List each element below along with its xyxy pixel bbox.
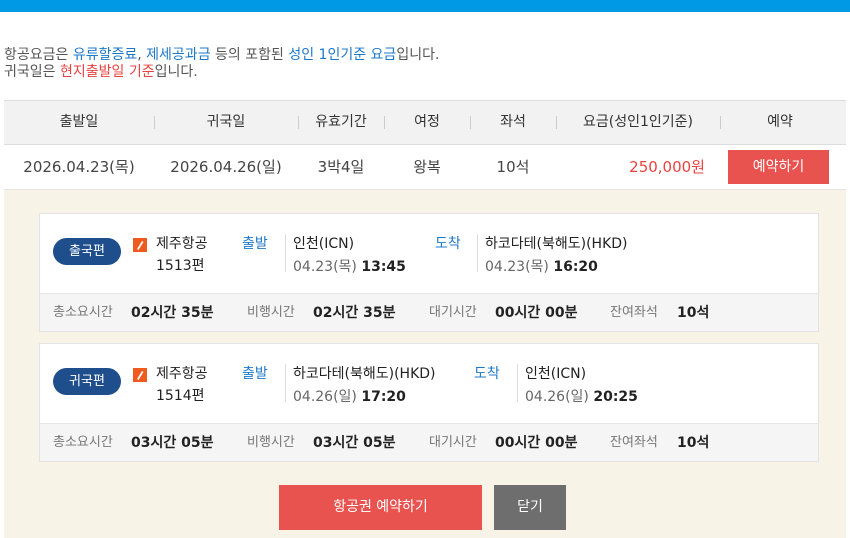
- book-ticket-button[interactable]: 항공권 예약하기: [279, 485, 482, 530]
- total-time-value: 02시간 35분: [131, 305, 214, 321]
- close-button[interactable]: 닫기: [494, 485, 566, 530]
- notice-text: 등의 포함된: [210, 47, 289, 63]
- jejuair-logo-icon: [133, 238, 147, 252]
- flight-time-value: 02시간 35분: [313, 305, 396, 321]
- outbound-itinerary: 출국편 제주항공 1513편 출발 인천(ICN) 04.23(목) 13:45…: [40, 214, 818, 292]
- notice-highlight: 제세공과금: [146, 47, 211, 63]
- inbound-card: 귀국편 제주항공 1514편 출발 하코다테(북해도)(HKD) 04.26(일…: [39, 343, 819, 462]
- outbound-depart-datetime: 04.23(목) 13:45: [293, 257, 406, 277]
- fare-table-header: 출발일 귀국일 유효기간 여정 좌석 요금(성인1인기준) 예약: [4, 100, 846, 145]
- inbound-flight-number: 1514편: [156, 388, 205, 404]
- outbound-card: 출국편 제주항공 1513편 출발 인천(ICN) 04.23(목) 13:45…: [39, 213, 819, 332]
- wait-time-label: 대기시간: [429, 305, 477, 320]
- outbound-arrive-date: 04.23(목): [485, 259, 549, 275]
- top-bar: [0, 0, 850, 12]
- cell-seats: 10석: [496, 158, 530, 176]
- header-return: 귀국일: [206, 114, 246, 130]
- wait-time-value: 00시간 00분: [495, 305, 578, 321]
- total-time-value: 03시간 05분: [131, 435, 214, 451]
- outbound-arrive-label: 도착: [435, 236, 461, 252]
- outbound-airline: 제주항공: [156, 236, 208, 252]
- outbound-depart-time: 13:45: [361, 259, 406, 275]
- fare-notice: 항공요금은 유류할증료, 제세공과금 등의 포함된 성인 1인기준 요금입니다.…: [4, 47, 439, 81]
- notice-text: 입니다.: [396, 47, 440, 63]
- inbound-itinerary: 귀국편 제주항공 1514편 출발 하코다테(북해도)(HKD) 04.26(일…: [40, 344, 818, 422]
- notice-text: ,: [137, 47, 147, 63]
- notice-text: 항공요금은: [4, 47, 73, 63]
- outbound-depart-date: 04.23(목): [293, 259, 357, 275]
- inbound-arrive-city: 인천(ICN): [525, 366, 587, 382]
- inbound-depart-datetime: 04.26(일) 17:20: [293, 387, 406, 407]
- flight-time-label: 비행시간: [247, 435, 295, 450]
- notice-line-1: 항공요금은 유류할증료, 제세공과금 등의 포함된 성인 1인기준 요금입니다.: [4, 47, 439, 64]
- notice-text: 입니다.: [154, 64, 198, 80]
- divider: [285, 364, 286, 402]
- wait-time-value: 00시간 00분: [495, 435, 578, 451]
- outbound-depart-label: 출발: [242, 236, 268, 252]
- outbound-badge: 출국편: [53, 238, 121, 265]
- wait-time-label: 대기시간: [429, 435, 477, 450]
- flight-time-value: 03시간 05분: [313, 435, 396, 451]
- outbound-arrive-time: 16:20: [553, 259, 598, 275]
- inbound-airline: 제주항공: [156, 366, 208, 382]
- inbound-depart-time: 17:20: [361, 389, 406, 405]
- jejuair-logo-icon: [133, 368, 147, 382]
- outbound-arrive-city: 하코다테(북해도)(HKD): [485, 236, 628, 252]
- header-validity: 유효기간: [315, 114, 367, 130]
- seats-left-value: 10석: [677, 435, 710, 451]
- total-time-label: 총소요시간: [53, 305, 113, 320]
- cell-validity: 3박4일: [317, 158, 365, 176]
- inbound-depart-city: 하코다테(북해도)(HKD): [293, 366, 436, 382]
- header-seats: 좌석: [500, 114, 526, 130]
- header-price: 요금(성인1인기준): [583, 114, 693, 130]
- cell-return-date: 2026.04.26(일): [170, 158, 282, 176]
- seats-left-label: 잔여좌석: [610, 305, 658, 320]
- inbound-depart-label: 출발: [242, 366, 268, 382]
- outbound-depart-city: 인천(ICN): [293, 236, 355, 252]
- cell-trip: 왕복: [413, 158, 441, 176]
- seats-left-label: 잔여좌석: [610, 435, 658, 450]
- reserve-button[interactable]: 예약하기: [728, 150, 829, 184]
- inbound-summary: 총소요시간 03시간 05분 비행시간 03시간 05분 대기시간 00시간 0…: [40, 423, 818, 461]
- total-time-label: 총소요시간: [53, 435, 113, 450]
- outbound-summary: 총소요시간 02시간 35분 비행시간 02시간 35분 대기시간 00시간 0…: [40, 293, 818, 331]
- notice-text: 귀국일은: [4, 64, 60, 80]
- header-depart: 출발일: [59, 114, 99, 130]
- divider: [517, 364, 518, 402]
- outbound-arrive-datetime: 04.23(목) 16:20: [485, 257, 598, 277]
- inbound-arrive-time: 20:25: [593, 389, 638, 405]
- divider: [285, 234, 286, 272]
- inbound-arrive-date: 04.26(일): [525, 389, 589, 405]
- notice-highlight: 현지출발일 기준: [59, 64, 155, 80]
- notice-line-2: 귀국일은 현지출발일 기준입니다.: [4, 64, 439, 81]
- header-reserve: 예약: [767, 114, 793, 130]
- notice-highlight: 성인 1인기준 요금: [288, 47, 397, 63]
- notice-highlight: 유류할증료: [72, 47, 138, 63]
- inbound-arrive-datetime: 04.26(일) 20:25: [525, 387, 638, 407]
- divider: [477, 234, 478, 272]
- inbound-arrive-label: 도착: [474, 366, 500, 382]
- flight-time-label: 비행시간: [247, 305, 295, 320]
- outbound-flight-number: 1513편: [156, 258, 205, 274]
- header-trip: 여정: [414, 114, 440, 130]
- cell-depart-date: 2026.04.23(목): [23, 158, 135, 176]
- cell-price: 250,000원: [629, 158, 705, 176]
- inbound-badge: 귀국편: [53, 368, 121, 395]
- inbound-depart-date: 04.26(일): [293, 389, 357, 405]
- fare-row[interactable]: 2026.04.23(목) 2026.04.26(일) 3박4일 왕복 10석 …: [4, 145, 846, 190]
- seats-left-value: 10석: [677, 305, 710, 321]
